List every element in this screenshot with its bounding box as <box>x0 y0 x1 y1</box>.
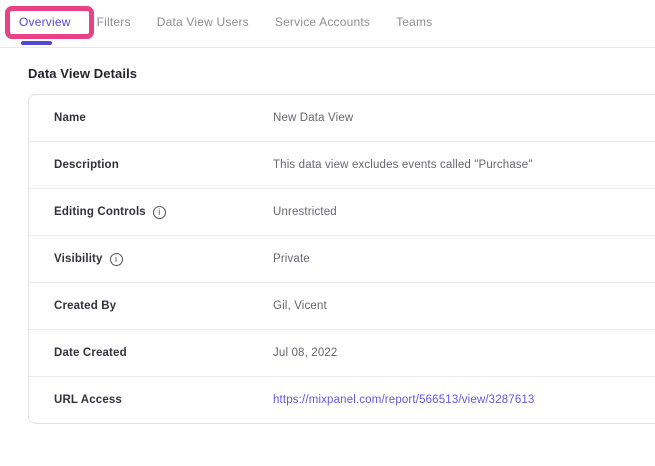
tab-bar: Overview Filters Data View Users Service… <box>0 0 655 48</box>
info-icon[interactable]: i <box>153 206 166 219</box>
data-view-url-link[interactable]: https://mixpanel.com/report/566513/view/… <box>273 394 534 406</box>
row-label: Editing Controls i <box>29 206 273 219</box>
tab-teams[interactable]: Teams <box>396 15 432 29</box>
row-value: Jul 08, 2022 <box>273 347 337 359</box>
row-label: Name <box>29 112 273 124</box>
tab-filters[interactable]: Filters <box>97 15 131 29</box>
info-icon[interactable]: i <box>110 253 123 266</box>
detail-row-name: Name New Data View <box>29 95 655 141</box>
detail-row-description: Description This data view excludes even… <box>29 141 655 188</box>
tab-bar-divider <box>0 47 655 48</box>
row-label: Created By <box>29 300 273 312</box>
detail-row-visibility: Visibility i Private <box>29 235 655 282</box>
row-value: New Data View <box>273 112 353 124</box>
tab-service-accounts[interactable]: Service Accounts <box>275 15 370 29</box>
detail-row-url-access: URL Access https://mixpanel.com/report/5… <box>29 376 655 423</box>
row-value: This data view excludes events called "P… <box>273 159 533 171</box>
row-value: Unrestricted <box>273 206 337 218</box>
row-label: Visibility i <box>29 253 273 266</box>
tab-data-view-users[interactable]: Data View Users <box>157 15 249 29</box>
row-label: Description <box>29 159 273 171</box>
row-value: Private <box>273 253 310 265</box>
detail-row-created-by: Created By Gil, Vicent <box>29 282 655 329</box>
detail-row-editing-controls: Editing Controls i Unrestricted <box>29 188 655 235</box>
detail-row-date-created: Date Created Jul 08, 2022 <box>29 329 655 376</box>
page-title: Data View Details <box>28 66 655 81</box>
tab-overview[interactable]: Overview <box>19 15 71 29</box>
row-label: URL Access <box>29 394 273 406</box>
row-value: Gil, Vicent <box>273 300 327 312</box>
tab-list: Overview Filters Data View Users Service… <box>19 15 432 29</box>
details-card: Name New Data View Description This data… <box>28 94 655 424</box>
active-tab-indicator <box>21 41 52 45</box>
row-label: Date Created <box>29 347 273 359</box>
